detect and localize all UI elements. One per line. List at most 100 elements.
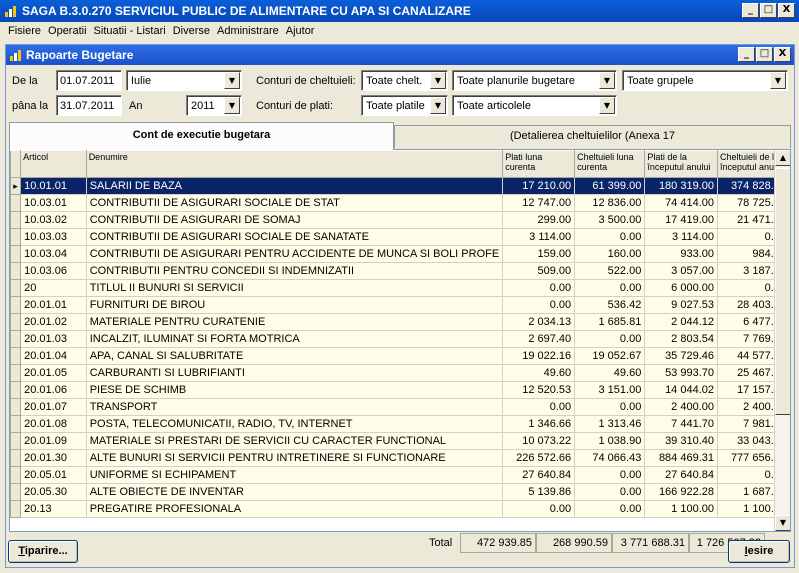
row-indicator[interactable] xyxy=(10,415,22,433)
tab-cont-executie[interactable]: Cont de executie bugetara xyxy=(9,122,394,150)
table-row[interactable]: 20.01.09 MATERIALE SI PRESTARI DE SERVICI… xyxy=(10,432,790,450)
child-minimize-button[interactable]: _ xyxy=(738,47,755,62)
cell-cheltuieli-luna[interactable]: 0.00 xyxy=(574,500,646,518)
cell-cheltuieli-luna[interactable]: 3 500.00 xyxy=(574,211,646,229)
scroll-up-icon[interactable]: ▲ xyxy=(775,150,790,166)
cell-denumire[interactable]: PREGATIRE PROFESIONALA xyxy=(86,500,504,518)
cell-denumire[interactable]: INCALZIT, ILUMINAT SI FORTA MOTRICA xyxy=(86,330,504,348)
row-indicator[interactable] xyxy=(10,449,22,467)
cell-articol[interactable]: 20.05.30 xyxy=(20,483,87,501)
table-row[interactable]: 20.01.05 CARBURANTI SI LUBRIFIANTI 49.60 49… xyxy=(10,364,790,382)
date-from-input[interactable]: 01.07.2011 xyxy=(56,70,122,91)
cell-articol[interactable]: 20.01.30 xyxy=(20,449,87,467)
cell-cheltuieli-luna[interactable]: 0.00 xyxy=(574,483,646,501)
cell-cheltuieli-luna[interactable]: 0.00 xyxy=(574,398,646,416)
cell-cheltuieli-luna[interactable]: 19 052.67 xyxy=(574,347,646,365)
cell-denumire[interactable]: TRANSPORT xyxy=(86,398,504,416)
cell-denumire[interactable]: TITLUL II BUNURI SI SERVICII xyxy=(86,279,504,297)
row-indicator[interactable] xyxy=(10,279,22,297)
cell-plati-luna[interactable]: 226 572.66 xyxy=(502,449,576,467)
cell-cheltuieli-luna[interactable]: 49.60 xyxy=(574,364,646,382)
cell-denumire[interactable]: CONTRIBUTII DE ASIGURARI PENTRU ACCIDENT… xyxy=(86,245,504,263)
chevron-down-icon[interactable]: ▼ xyxy=(770,72,786,89)
cell-plati-an[interactable]: 3 057.00 xyxy=(644,262,718,280)
cell-denumire[interactable]: MATERIALE SI PRESTARI DE SERVICII CU CAR… xyxy=(86,432,504,450)
cell-plati-luna[interactable]: 2 034.13 xyxy=(502,313,576,331)
row-indicator[interactable] xyxy=(10,398,22,416)
row-indicator[interactable] xyxy=(10,330,22,348)
cell-cheltuieli-luna[interactable]: 3 151.00 xyxy=(574,381,646,399)
cell-plati-an[interactable]: 2 400.00 xyxy=(644,398,718,416)
row-indicator[interactable] xyxy=(10,347,22,365)
cell-cheltuieli-luna[interactable]: 0.00 xyxy=(574,466,646,484)
cell-plati-an[interactable]: 74 414.00 xyxy=(644,194,718,212)
exit-button[interactable]: Iesire xyxy=(728,540,790,563)
table-row[interactable]: 20.05.01 UNIFORME SI ECHIPAMENT 27 640.84 0… xyxy=(10,466,790,484)
conturi-cheltuieli-select[interactable]: Toate chelt. ▼ xyxy=(361,70,448,91)
cell-articol[interactable]: 10.03.03 xyxy=(20,228,87,246)
year-select[interactable]: 2011 ▼ xyxy=(186,95,242,116)
table-row[interactable]: ▸ 10.01.01 SALARII DE BAZA 17 210.00 61 399.… xyxy=(10,177,790,195)
menu-administrare[interactable]: Administrare xyxy=(215,22,284,42)
row-indicator[interactable] xyxy=(10,483,22,501)
table-row[interactable]: 20 TITLUL II BUNURI SI SERVICII 0.00 0.00 6 … xyxy=(10,279,790,297)
row-indicator[interactable] xyxy=(10,466,22,484)
table-row[interactable]: 20.01.03 INCALZIT, ILUMINAT SI FORTA MOTR… xyxy=(10,330,790,348)
row-indicator[interactable] xyxy=(10,228,22,246)
cell-articol[interactable]: 20.01.06 xyxy=(20,381,87,399)
minimize-button[interactable]: _ xyxy=(742,3,759,18)
cell-plati-luna[interactable]: 17 210.00 xyxy=(502,177,576,195)
row-indicator[interactable] xyxy=(10,500,22,518)
cell-cheltuieli-luna[interactable]: 0.00 xyxy=(574,228,646,246)
col-header-plati-luna[interactable]: Plati luna curenta xyxy=(502,150,576,178)
cell-plati-luna[interactable]: 10 073.22 xyxy=(502,432,576,450)
row-indicator[interactable] xyxy=(10,364,22,382)
col-header-articol[interactable]: Articol xyxy=(20,150,87,178)
child-maximize-button[interactable]: □ xyxy=(756,47,773,62)
table-row[interactable]: 10.03.02 CONTRIBUTII DE ASIGURARI DE SOMA… xyxy=(10,211,790,229)
scroll-thumb[interactable] xyxy=(775,168,790,415)
cell-articol[interactable]: 20.01.04 xyxy=(20,347,87,365)
table-row[interactable]: 20.01.02 MATERIALE PENTRU CURATENIE 2 034.… xyxy=(10,313,790,331)
table-row[interactable]: 10.03.03 CONTRIBUTII DE ASIGURARI SOCIALE… xyxy=(10,228,790,246)
cell-plati-luna[interactable]: 49.60 xyxy=(502,364,576,382)
cell-denumire[interactable]: CARBURANTI SI LUBRIFIANTI xyxy=(86,364,504,382)
cell-denumire[interactable]: MATERIALE PENTRU CURATENIE xyxy=(86,313,504,331)
cell-plati-an[interactable]: 2 044.12 xyxy=(644,313,718,331)
cell-cheltuieli-luna[interactable]: 12 836.00 xyxy=(574,194,646,212)
current-row-indicator-icon[interactable]: ▸ xyxy=(10,177,22,195)
cell-denumire[interactable]: CONTRIBUTII DE ASIGURARI SOCIALE DE STAT xyxy=(86,194,504,212)
planuri-select[interactable]: Toate planurile bugetare ▼ xyxy=(452,70,617,91)
chevron-down-icon[interactable]: ▼ xyxy=(224,72,240,89)
row-indicator[interactable] xyxy=(10,262,22,280)
chevron-down-icon[interactable]: ▼ xyxy=(599,97,615,114)
cell-plati-an[interactable]: 9 027.53 xyxy=(644,296,718,314)
row-indicator[interactable] xyxy=(10,381,22,399)
cell-plati-luna[interactable]: 5 139.86 xyxy=(502,483,576,501)
cell-cheltuieli-luna[interactable]: 0.00 xyxy=(574,279,646,297)
chevron-down-icon[interactable]: ▼ xyxy=(430,97,446,114)
menu-diverse[interactable]: Diverse xyxy=(171,22,215,42)
cell-articol[interactable]: 20.01.09 xyxy=(20,432,87,450)
print-button[interactable]: Tiparire... xyxy=(8,540,78,563)
menu-situatii[interactable]: Situatii - Listari xyxy=(92,22,171,42)
menu-operatii[interactable]: Operatii xyxy=(46,22,92,42)
cell-articol[interactable]: 20.01.08 xyxy=(20,415,87,433)
table-row[interactable]: 20.01.04 APA, CANAL SI SALUBRITATE 19 022.… xyxy=(10,347,790,365)
cell-denumire[interactable]: APA, CANAL SI SALUBRITATE xyxy=(86,347,504,365)
cell-articol[interactable]: 20.01.07 xyxy=(20,398,87,416)
table-row[interactable]: 10.03.06 CONTRIBUTII PENTRU CONCEDII SI I… xyxy=(10,262,790,280)
cell-denumire[interactable]: CONTRIBUTII PENTRU CONCEDII SI INDEMNIZA… xyxy=(86,262,504,280)
table-row[interactable]: 20.01.01 FURNITURI DE BIROU 0.00 536.42 9 02… xyxy=(10,296,790,314)
date-to-input[interactable]: 31.07.2011 xyxy=(56,95,122,116)
cell-plati-an[interactable]: 1 100.00 xyxy=(644,500,718,518)
cell-plati-an[interactable]: 2 803.54 xyxy=(644,330,718,348)
conturi-plati-select[interactable]: Toate platile ▼ xyxy=(361,95,448,116)
cell-plati-luna[interactable]: 2 697.40 xyxy=(502,330,576,348)
cell-plati-an[interactable]: 53 993.70 xyxy=(644,364,718,382)
cell-articol[interactable]: 20.01.05 xyxy=(20,364,87,382)
cell-cheltuieli-luna[interactable]: 1 038.90 xyxy=(574,432,646,450)
cell-plati-luna[interactable]: 159.00 xyxy=(502,245,576,263)
cell-plati-luna[interactable]: 19 022.16 xyxy=(502,347,576,365)
col-header-denumire[interactable]: Denumire xyxy=(85,150,504,178)
